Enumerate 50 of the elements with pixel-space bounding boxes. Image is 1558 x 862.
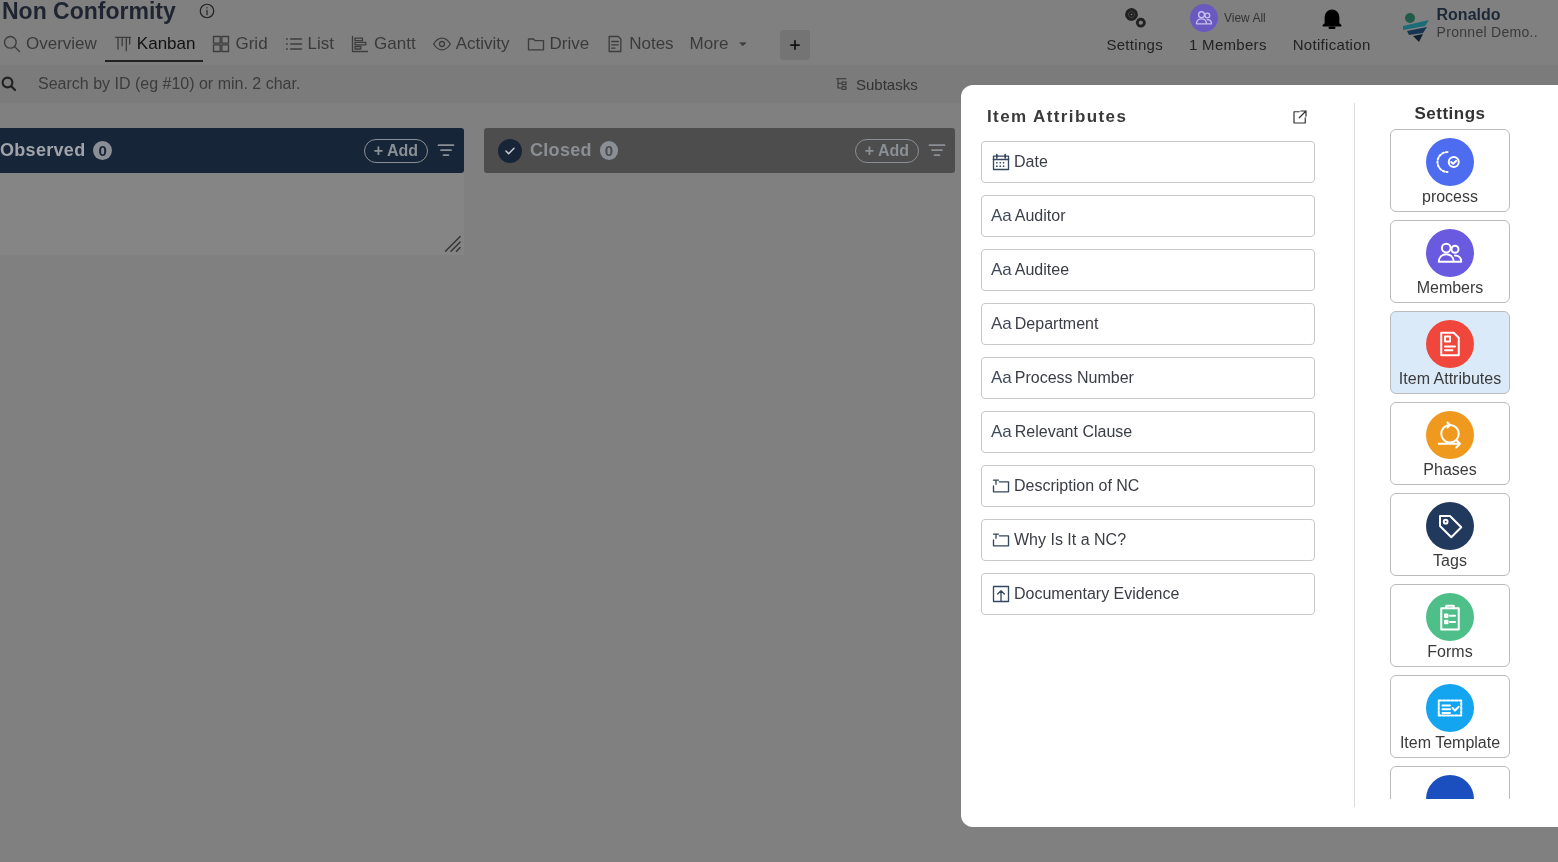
view-tab[interactable]: Kanban bbox=[104, 28, 204, 62]
external-link-icon bbox=[1291, 108, 1309, 126]
panel-title: Item Attributes bbox=[987, 107, 1128, 127]
organization-name: Pronnel Demo.. bbox=[1436, 24, 1538, 40]
count-badge: 0 bbox=[599, 141, 619, 160]
page-title: Non Conformity bbox=[2, 0, 176, 25]
settings-card[interactable]: Tags bbox=[1390, 493, 1510, 576]
search-field[interactable]: Search by ID (eg #10) or min. 2 char. bbox=[36, 74, 560, 94]
columns-icon bbox=[112, 34, 133, 54]
subtasks-icon bbox=[834, 76, 850, 92]
column-title: Closed bbox=[530, 140, 592, 161]
settings-card[interactable]: Item Template bbox=[1390, 675, 1510, 758]
attribute-item[interactable]: Documentary Evidence bbox=[981, 573, 1315, 615]
upload-icon bbox=[991, 584, 1011, 604]
text-type-icon: Aa bbox=[991, 422, 1012, 442]
open-external-button[interactable] bbox=[1291, 108, 1309, 126]
settings-card[interactable]: process bbox=[1390, 129, 1510, 212]
search-icon bbox=[0, 75, 18, 93]
attribute-item[interactable]: Aa Relevant Clause bbox=[981, 411, 1315, 453]
gantt-icon bbox=[350, 34, 371, 54]
text-type-icon: Aa bbox=[991, 368, 1012, 388]
text-type-icon: Aa bbox=[991, 314, 1012, 334]
grid-icon bbox=[211, 34, 232, 54]
attribute-item[interactable]: Aa Auditor bbox=[981, 195, 1315, 237]
attribute-item[interactable]: Aa Department bbox=[981, 303, 1315, 345]
plus-icon bbox=[788, 38, 803, 52]
calendar-icon bbox=[991, 152, 1011, 172]
members-count[interactable]: 1 Members bbox=[1189, 36, 1267, 53]
settings-card[interactable]: Members bbox=[1390, 220, 1510, 303]
user-name: Ronaldo bbox=[1436, 6, 1502, 24]
add-view-button[interactable] bbox=[780, 30, 811, 60]
caret-icon bbox=[738, 39, 749, 49]
attribute-item[interactable]: Aa Process Number bbox=[981, 357, 1315, 399]
attribute-item[interactable]: Date bbox=[981, 141, 1315, 183]
company-logo bbox=[1400, 10, 1431, 44]
settings-card[interactable]: Item Attributes bbox=[1390, 311, 1510, 394]
search-icon bbox=[2, 34, 22, 54]
attribute-item[interactable]: Why Is It a NC? bbox=[981, 519, 1315, 561]
settings-button[interactable]: Settings bbox=[1106, 0, 1163, 53]
notification-button[interactable]: Notification bbox=[1292, 0, 1371, 53]
attribute-item[interactable]: Description of NC bbox=[981, 465, 1315, 507]
text-type-icon: Aa bbox=[991, 206, 1012, 226]
settings-card[interactable]: Phases bbox=[1390, 402, 1510, 485]
info-icon bbox=[197, 2, 216, 20]
attribute-item[interactable]: Aa Auditee bbox=[981, 249, 1315, 291]
settings-heading: Settings bbox=[1414, 104, 1486, 124]
column-title: Observed bbox=[0, 140, 86, 161]
count-badge: 0 bbox=[93, 141, 112, 160]
text-type-icon: Aa bbox=[991, 260, 1012, 280]
settings-card[interactable]: Forms bbox=[1390, 584, 1510, 667]
